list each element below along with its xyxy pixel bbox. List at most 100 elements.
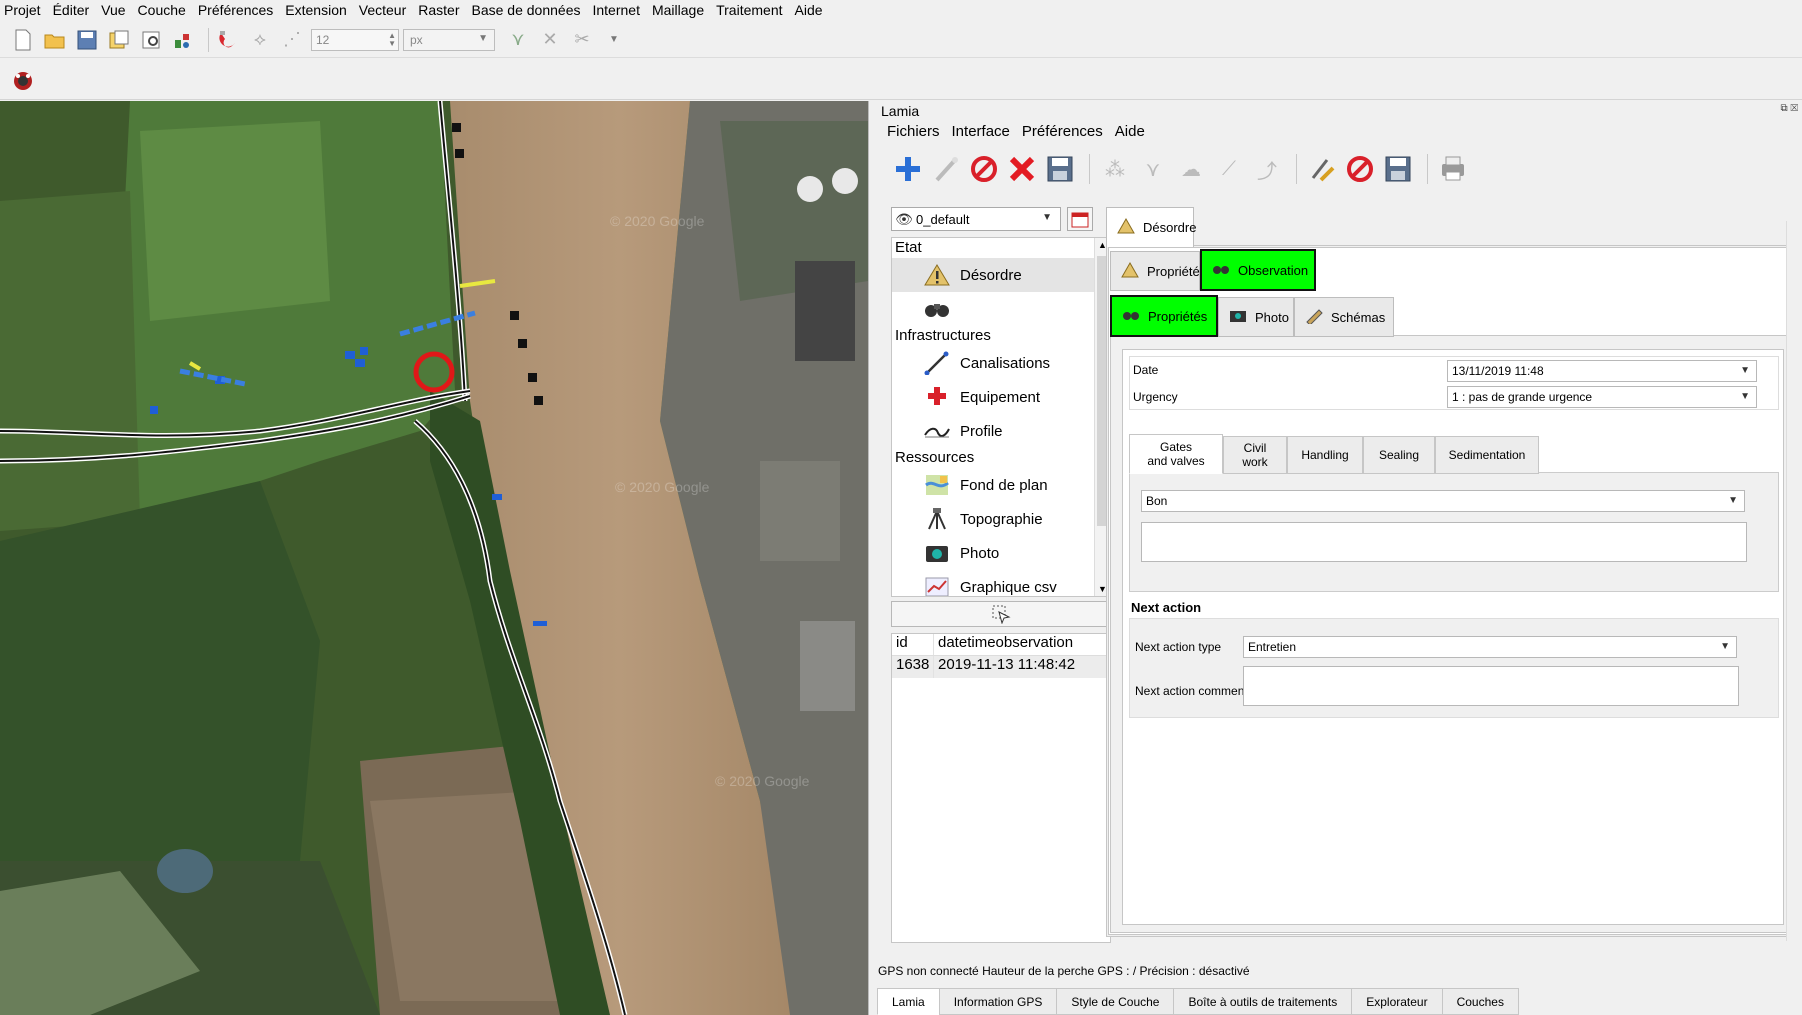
menu-internet[interactable]: Internet	[592, 2, 639, 18]
subtab-sealing[interactable]: Sealing	[1363, 436, 1435, 474]
open-folder-icon[interactable]	[42, 27, 68, 53]
snapping-tolerance-stepper[interactable]: 12 ▲ ▼	[311, 28, 399, 51]
eye-icon[interactable]: 👁	[892, 211, 916, 228]
warning-icon	[922, 261, 952, 289]
edit-line-icon[interactable]: ⤴	[1250, 152, 1284, 186]
menu-raster[interactable]: Raster	[418, 2, 459, 18]
subtab-sedimentation[interactable]: Sedimentation	[1435, 436, 1539, 474]
tab-proprietes-level1[interactable]: Propriétés	[1110, 251, 1206, 291]
tab-photo[interactable]: Photo	[1218, 297, 1294, 337]
map-canvas[interactable]: © 2020 Google © 2020 Google © 2020 Googl…	[0, 101, 868, 1015]
panel-window-controls[interactable]: ⧉ ☒	[1781, 103, 1798, 114]
add-vertex-icon[interactable]: ⋎	[1136, 152, 1170, 186]
dock-tab-couches[interactable]: Couches	[1441, 988, 1519, 1015]
dock-tab-lamia[interactable]: Lamia	[877, 988, 940, 1015]
menu-base-de-donnees[interactable]: Base de données	[472, 2, 581, 18]
edit-geometry-icon[interactable]	[1305, 152, 1339, 186]
panel-menu-preferences[interactable]: Préférences	[1022, 123, 1103, 140]
menu-extension[interactable]: Extension	[285, 2, 346, 18]
menu-vue[interactable]: Vue	[101, 2, 125, 18]
cloud-icon[interactable]: ☁	[1174, 152, 1208, 186]
column-header-datetime[interactable]: datetimeobservation	[934, 634, 1110, 655]
save-icon[interactable]	[74, 27, 100, 53]
panel-menu-fichiers[interactable]: Fichiers	[887, 123, 940, 140]
plugin-toolbar	[0, 60, 1802, 100]
state-comment-textarea[interactable]	[1141, 522, 1747, 562]
delete-button[interactable]	[1005, 152, 1039, 186]
dock-tab-style-de-couche[interactable]: Style de Couche	[1056, 988, 1175, 1015]
save-geometry-button[interactable]	[1381, 152, 1415, 186]
menu-traitement[interactable]: Traitement	[716, 2, 782, 18]
cancel-button[interactable]	[967, 152, 1001, 186]
snapping-segment-icon[interactable]: ⋰	[279, 27, 305, 53]
tab-schemas[interactable]: Schémas	[1294, 297, 1394, 337]
state-select[interactable]: Bon ▼	[1141, 490, 1745, 512]
tab-proprietes-level2[interactable]: Propriétés	[1110, 295, 1218, 337]
tab-desordre-label: Désordre	[1143, 220, 1197, 235]
tree-item-desordre[interactable]: Désordre	[892, 258, 1110, 292]
tree-item-photo[interactable]: Photo	[892, 536, 1110, 570]
print-icon[interactable]	[1436, 152, 1470, 186]
add-point-icon[interactable]: ⁂	[1098, 152, 1132, 186]
topology-edit-icon[interactable]: ⋎	[505, 27, 531, 53]
tab-observation[interactable]: Observation	[1200, 249, 1316, 291]
select-on-map-button[interactable]	[891, 601, 1111, 627]
edit-feature-button[interactable]	[929, 152, 963, 186]
panel-menu-aide[interactable]: Aide	[1115, 123, 1145, 140]
intersection-icon[interactable]: ✕	[537, 27, 563, 53]
add-line-icon[interactable]: ⟋	[1212, 152, 1246, 186]
tree-item-canalisations[interactable]: Canalisations	[892, 346, 1110, 380]
next-action-comment-textarea[interactable]	[1243, 666, 1739, 706]
subtab-gates-and-valves[interactable]: Gates and valves	[1129, 434, 1223, 474]
menu-vecteur[interactable]: Vecteur	[359, 2, 406, 18]
dock-tab-explorateur[interactable]: Explorateur	[1351, 988, 1443, 1015]
magnet-snapping-icon[interactable]	[215, 27, 241, 53]
profile-icon	[922, 417, 952, 445]
tree-item-graphique-csv[interactable]: Graphique csv	[892, 570, 1110, 596]
dock-tab-information-gps[interactable]: Information GPS	[938, 988, 1058, 1015]
menu-aide[interactable]: Aide	[795, 2, 823, 18]
layer-select[interactable]: 👁 0_default ▼	[891, 207, 1061, 231]
tree-item-observation[interactable]	[892, 292, 1110, 326]
menu-projet[interactable]: Projet	[4, 2, 41, 18]
dock-tab-boite-a-outils[interactable]: Boîte à outils de traitements	[1173, 988, 1353, 1015]
subtab-label: Sealing	[1378, 448, 1420, 462]
tree-item-fond-de-plan[interactable]: Fond de plan	[892, 468, 1110, 502]
close-icon[interactable]: ☒	[1790, 103, 1798, 114]
menu-preferences[interactable]: Préférences	[198, 2, 273, 18]
cancel-geometry-button[interactable]	[1343, 152, 1377, 186]
next-action-type-select[interactable]: Entretien ▼	[1243, 636, 1737, 658]
subtab-handling[interactable]: Handling	[1287, 436, 1363, 474]
panel-menu-interface[interactable]: Interface	[952, 123, 1010, 140]
subtab-civil-work[interactable]: Civil work	[1223, 436, 1287, 474]
trace-icon[interactable]: ✂	[569, 27, 595, 53]
column-header-id[interactable]: id	[892, 634, 934, 655]
panel-scrollbar[interactable]	[1786, 221, 1798, 941]
table-row[interactable]: 1638 2019-11-13 11:48:42	[892, 656, 1110, 678]
tab-label: Photo	[1255, 309, 1289, 325]
chevron-down-icon: ▼	[1720, 641, 1730, 652]
menu-maillage[interactable]: Maillage	[652, 2, 704, 18]
print-layout-icon[interactable]	[138, 27, 164, 53]
lamia-plugin-icon[interactable]	[10, 67, 36, 93]
stepper-arrows-icon[interactable]: ▲ ▼	[388, 31, 396, 48]
calendar-button[interactable]	[1067, 207, 1093, 231]
tree-item-equipement[interactable]: Equipement	[892, 380, 1110, 414]
tree-item-label: Topographie	[960, 510, 1043, 528]
tree-item-topographie[interactable]: Topographie	[892, 502, 1110, 536]
save-feature-button[interactable]	[1043, 152, 1077, 186]
urgency-select[interactable]: 1 : pas de grande urgence ▼	[1447, 386, 1757, 408]
menu-editer[interactable]: Éditer	[53, 2, 90, 18]
add-feature-button[interactable]	[891, 152, 925, 186]
date-field[interactable]: 13/11/2019 11:48 ▼	[1447, 360, 1757, 382]
snapping-unit-select[interactable]: px ▼	[403, 28, 495, 51]
new-project-icon[interactable]	[10, 27, 36, 53]
menu-couche[interactable]: Couche	[138, 2, 186, 18]
style-manager-icon[interactable]	[170, 27, 196, 53]
tab-desordre[interactable]: Désordre	[1106, 207, 1197, 247]
float-icon[interactable]: ⧉	[1781, 103, 1788, 114]
tree-item-profile[interactable]: Profile	[892, 414, 1110, 448]
snapping-vertex-icon[interactable]: ⟡	[247, 27, 273, 53]
save-as-icon[interactable]	[106, 27, 132, 53]
more-dropdown-icon[interactable]: ▼	[601, 27, 627, 53]
